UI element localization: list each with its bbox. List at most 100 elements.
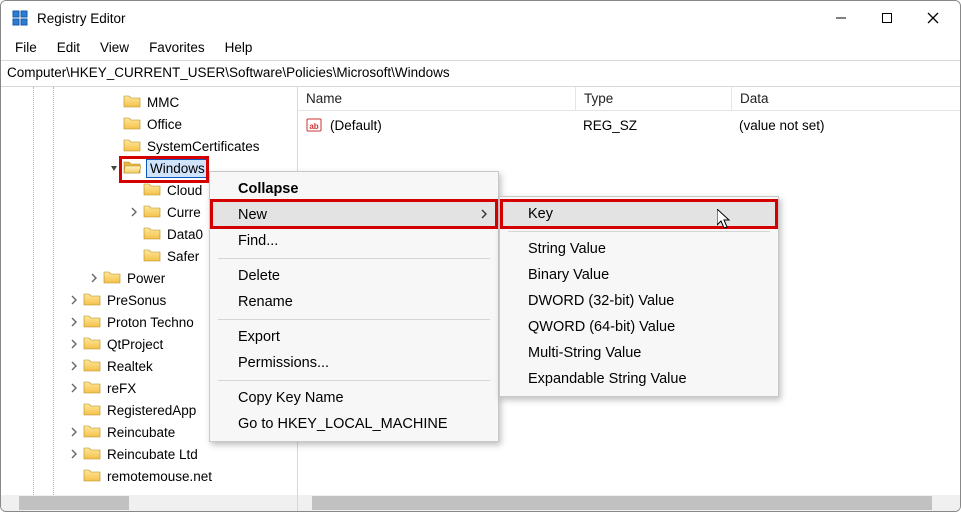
menu-item[interactable]: Delete [210, 263, 498, 289]
tree-node-label: QtProject [107, 337, 163, 352]
chevron-right-icon[interactable] [67, 425, 81, 439]
menu-item[interactable]: Binary Value [500, 262, 778, 288]
menu-item[interactable]: Go to HKEY_LOCAL_MACHINE [210, 411, 498, 437]
maximize-button[interactable] [864, 1, 910, 35]
folder-icon [123, 159, 147, 178]
tree-node-label: Proton Techno [107, 315, 194, 330]
chevron-right-icon[interactable] [127, 205, 141, 219]
folder-icon [83, 291, 107, 310]
menu-item-label: Export [238, 329, 280, 345]
folder-icon [143, 203, 167, 222]
menu-separator [218, 380, 490, 381]
chevron-right-icon[interactable] [67, 447, 81, 461]
menu-edit[interactable]: Edit [47, 37, 90, 58]
menubar: File Edit View Favorites Help [1, 35, 960, 61]
expander-none [107, 139, 121, 153]
column-headers[interactable]: Name Type Data [298, 87, 960, 111]
tree-node-label: PreSonus [107, 293, 166, 308]
chevron-right-icon[interactable] [67, 315, 81, 329]
path-bar[interactable]: Computer\HKEY_CURRENT_USER\Software\Poli… [1, 61, 960, 87]
chevron-right-icon[interactable] [67, 337, 81, 351]
menu-item[interactable]: Key [500, 201, 778, 227]
folder-icon [83, 467, 107, 486]
menu-item-label: Key [528, 206, 553, 222]
cursor-icon [717, 209, 733, 231]
value-name: (Default) [330, 118, 382, 133]
menu-item[interactable]: Permissions... [210, 350, 498, 376]
menu-item[interactable]: Expandable String Value [500, 366, 778, 392]
menu-item[interactable]: New [210, 202, 498, 228]
tree-node[interactable]: SystemCertificates [1, 135, 297, 157]
menu-item[interactable]: DWORD (32-bit) Value [500, 288, 778, 314]
window-controls [818, 1, 956, 35]
tree-node[interactable]: Office [1, 113, 297, 135]
menu-item-label: Delete [238, 268, 280, 284]
value-row[interactable]: ab(Default)REG_SZ(value not set) [298, 113, 960, 137]
column-type[interactable]: Type [575, 87, 731, 110]
menu-item[interactable]: Rename [210, 289, 498, 315]
column-data[interactable]: Data [731, 87, 960, 110]
menu-item-label: DWORD (32-bit) Value [528, 293, 674, 309]
value-type-cell: REG_SZ [575, 116, 731, 135]
menu-item[interactable]: QWORD (64-bit) Value [500, 314, 778, 340]
chevron-right-icon[interactable] [87, 271, 101, 285]
menu-item[interactable]: String Value [500, 236, 778, 262]
folder-icon [103, 269, 127, 288]
menu-separator [508, 231, 770, 232]
menu-item-label: String Value [528, 241, 606, 257]
expander-none [107, 117, 121, 131]
menu-item-label: Copy Key Name [238, 390, 344, 406]
column-name[interactable]: Name [298, 87, 575, 110]
folder-icon [143, 225, 167, 244]
menu-help[interactable]: Help [215, 37, 263, 58]
expander-none [107, 95, 121, 109]
expander-none [127, 249, 141, 263]
tree-node-label: RegisteredApp [107, 403, 196, 418]
menu-item[interactable]: Copy Key Name [210, 385, 498, 411]
menu-item-label: QWORD (64-bit) Value [528, 319, 675, 335]
context-submenu-new: Key String Value Binary Value DWORD (32-bit… [499, 196, 779, 397]
tree-node-label: Windows [147, 160, 208, 177]
tree-node[interactable]: MMC [1, 91, 297, 113]
tree-node-label: Curre [167, 205, 201, 220]
folder-icon [123, 115, 147, 134]
minimize-button[interactable] [818, 1, 864, 35]
menu-item-label: Collapse [238, 181, 298, 197]
tree-node-label: reFX [107, 381, 136, 396]
window-title: Registry Editor [37, 11, 126, 26]
chevron-right-icon[interactable] [67, 359, 81, 373]
svg-text:ab: ab [309, 122, 318, 131]
menu-view[interactable]: View [90, 37, 139, 58]
chevron-right-icon[interactable] [67, 381, 81, 395]
folder-icon [83, 313, 107, 332]
list-hscroll[interactable] [298, 495, 960, 511]
folder-icon [83, 423, 107, 442]
tree-node[interactable]: remotemouse.net [1, 465, 297, 487]
tree-node-label: Power [127, 271, 165, 286]
tree-node-label: SystemCertificates [147, 139, 260, 154]
regedit-icon [11, 9, 29, 27]
folder-icon [143, 181, 167, 200]
chevron-down-icon[interactable] [107, 161, 121, 175]
chevron-right-icon[interactable] [67, 293, 81, 307]
menu-item[interactable]: Multi-String Value [500, 340, 778, 366]
menu-file[interactable]: File [5, 37, 47, 58]
tree-node-label: MMC [147, 95, 179, 110]
menu-favorites[interactable]: Favorites [139, 37, 215, 58]
folder-icon [123, 137, 147, 156]
window: Registry Editor File Edit View Favorites… [0, 0, 961, 512]
expander-none [67, 469, 81, 483]
value-name-cell: ab (Default) [298, 115, 575, 135]
menu-separator [218, 319, 490, 320]
menu-item[interactable]: Export [210, 324, 498, 350]
close-button[interactable] [910, 1, 956, 35]
context-menu: Collapse NewFind... Delete Rename Export Perm… [209, 171, 499, 442]
tree-node-label: Cloud [167, 183, 202, 198]
folder-icon [83, 335, 107, 354]
menu-item[interactable]: Find... [210, 228, 498, 254]
menu-item[interactable]: Collapse [210, 176, 498, 202]
tree-node-label: Safer [167, 249, 199, 264]
tree-node[interactable]: Reincubate Ltd [1, 443, 297, 465]
tree-node-label: Realtek [107, 359, 153, 374]
tree-hscroll[interactable] [1, 495, 297, 511]
